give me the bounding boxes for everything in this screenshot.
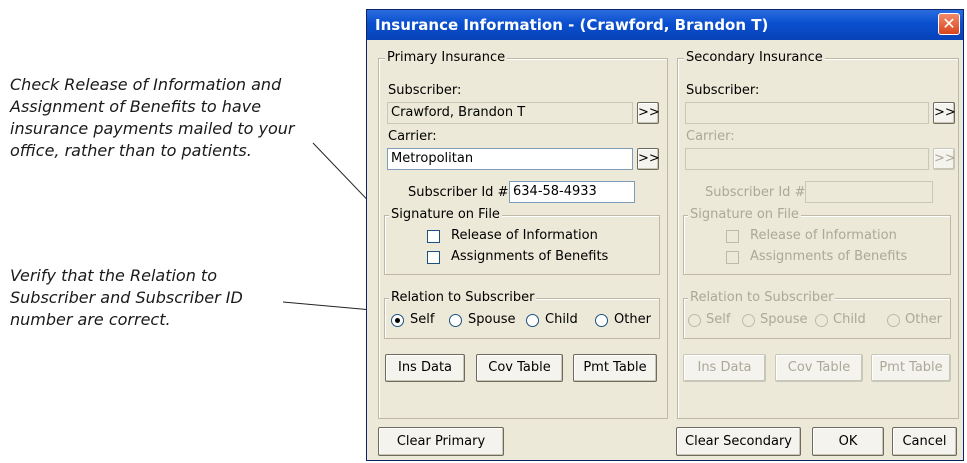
annotation-relation-note: Verify that the Relation to Subscriber a… [10, 266, 243, 329]
close-button[interactable]: ✕ [938, 13, 960, 35]
secondary-carrier-browse-button[interactable]: >> [933, 148, 956, 170]
secondary-relation-child-label: Child [833, 312, 866, 327]
primary-relation-self-label: Self [410, 312, 435, 327]
primary-cov-table-button[interactable]: Cov Table [476, 354, 563, 382]
primary-relation-child-radio[interactable] [526, 314, 539, 327]
secondary-cov-table-button: Cov Table [775, 354, 863, 382]
browse-icon: >> [934, 105, 956, 120]
secondary-release-checkbox [726, 230, 739, 243]
annotation-release-note: Check Release of Information and Assignm… [10, 75, 295, 160]
secondary-ins-data-button: Ins Data [683, 354, 766, 382]
secondary-assign-checkbox [726, 251, 739, 264]
browse-icon: >> [934, 151, 956, 166]
secondary-relation-group: Relation to Subscriber Self Spouse Child… [683, 290, 951, 339]
secondary-group-label: Secondary Insurance [684, 50, 825, 66]
primary-assign-checkbox[interactable] [427, 251, 440, 264]
primary-assign-label: Assignments of Benefits [451, 249, 609, 264]
window-title: Insurance Information - (Crawford, Brand… [375, 16, 769, 34]
primary-carrier-browse-button[interactable]: >> [637, 148, 660, 170]
primary-relation-self-radio[interactable] [391, 314, 404, 327]
secondary-assign-label: Assignments of Benefits [750, 249, 908, 264]
primary-relation-other-label: Other [614, 312, 651, 327]
secondary-relation-child-radio [815, 314, 828, 327]
primary-subscriber-field[interactable]: Crawford, Brandon T [387, 102, 633, 124]
clear-secondary-button[interactable]: Clear Secondary [676, 427, 801, 456]
insurance-information-dialog: Insurance Information - (Crawford, Brand… [366, 9, 964, 461]
primary-ins-data-button[interactable]: Ins Data [385, 354, 465, 382]
primary-release-label: Release of Information [451, 228, 598, 243]
dialog-body: Primary Insurance Subscriber: Crawford, … [367, 40, 963, 460]
secondary-pmt-table-button: Pmt Table [871, 354, 951, 382]
primary-carrier-field[interactable]: Metropolitan [387, 148, 633, 170]
secondary-carrier-field [685, 148, 929, 170]
primary-pmt-table-button[interactable]: Pmt Table [573, 354, 657, 382]
close-icon: ✕ [942, 14, 956, 33]
primary-insurance-group: Primary Insurance Subscriber: Crawford, … [378, 50, 668, 419]
ok-button[interactable]: OK [812, 427, 884, 456]
browse-icon: >> [638, 151, 660, 166]
secondary-insurance-group: Secondary Insurance Subscriber: >> Carri… [677, 50, 959, 419]
secondary-relation-label: Relation to Subscriber [688, 290, 836, 306]
secondary-relation-spouse-radio [742, 314, 755, 327]
browse-icon: >> [638, 105, 660, 120]
primary-subscriber-id-field[interactable]: 634-58-4933 [509, 181, 635, 203]
primary-relation-child-label: Child [545, 312, 578, 327]
secondary-relation-self-label: Self [706, 312, 731, 327]
primary-signature-label: Signature on File [389, 207, 502, 223]
primary-group-label: Primary Insurance [385, 50, 508, 66]
secondary-subscriber-id-label: Subscriber Id #: [705, 185, 810, 200]
secondary-subscriber-label: Subscriber: [686, 83, 760, 98]
primary-signature-group: Signature on File Release of Information… [384, 207, 660, 275]
primary-relation-label: Relation to Subscriber [389, 290, 537, 306]
secondary-relation-other-label: Other [905, 312, 942, 327]
secondary-signature-group: Signature on File Release of Information… [683, 207, 951, 275]
primary-relation-spouse-label: Spouse [468, 312, 516, 327]
secondary-subscriber-id-field [805, 181, 933, 203]
primary-subscriber-id-label: Subscriber Id #: [408, 185, 513, 200]
secondary-release-label: Release of Information [750, 228, 897, 243]
secondary-relation-self-radio [688, 314, 701, 327]
secondary-relation-other-radio [887, 314, 900, 327]
secondary-carrier-label: Carrier: [686, 129, 735, 144]
secondary-subscriber-browse-button[interactable]: >> [933, 102, 956, 124]
cancel-button[interactable]: Cancel [892, 427, 957, 456]
primary-release-checkbox[interactable] [427, 230, 440, 243]
primary-relation-spouse-radio[interactable] [449, 314, 462, 327]
primary-relation-other-radio[interactable] [595, 314, 608, 327]
primary-carrier-label: Carrier: [388, 129, 437, 144]
primary-subscriber-browse-button[interactable]: >> [637, 102, 660, 124]
title-bar[interactable]: Insurance Information - (Crawford, Brand… [367, 10, 963, 40]
primary-subscriber-label: Subscriber: [388, 83, 462, 98]
secondary-subscriber-field[interactable] [685, 102, 929, 124]
primary-relation-group: Relation to Subscriber Self Spouse Child… [384, 290, 660, 339]
secondary-relation-spouse-label: Spouse [760, 312, 808, 327]
clear-primary-button[interactable]: Clear Primary [378, 427, 504, 456]
secondary-signature-label: Signature on File [688, 207, 801, 223]
